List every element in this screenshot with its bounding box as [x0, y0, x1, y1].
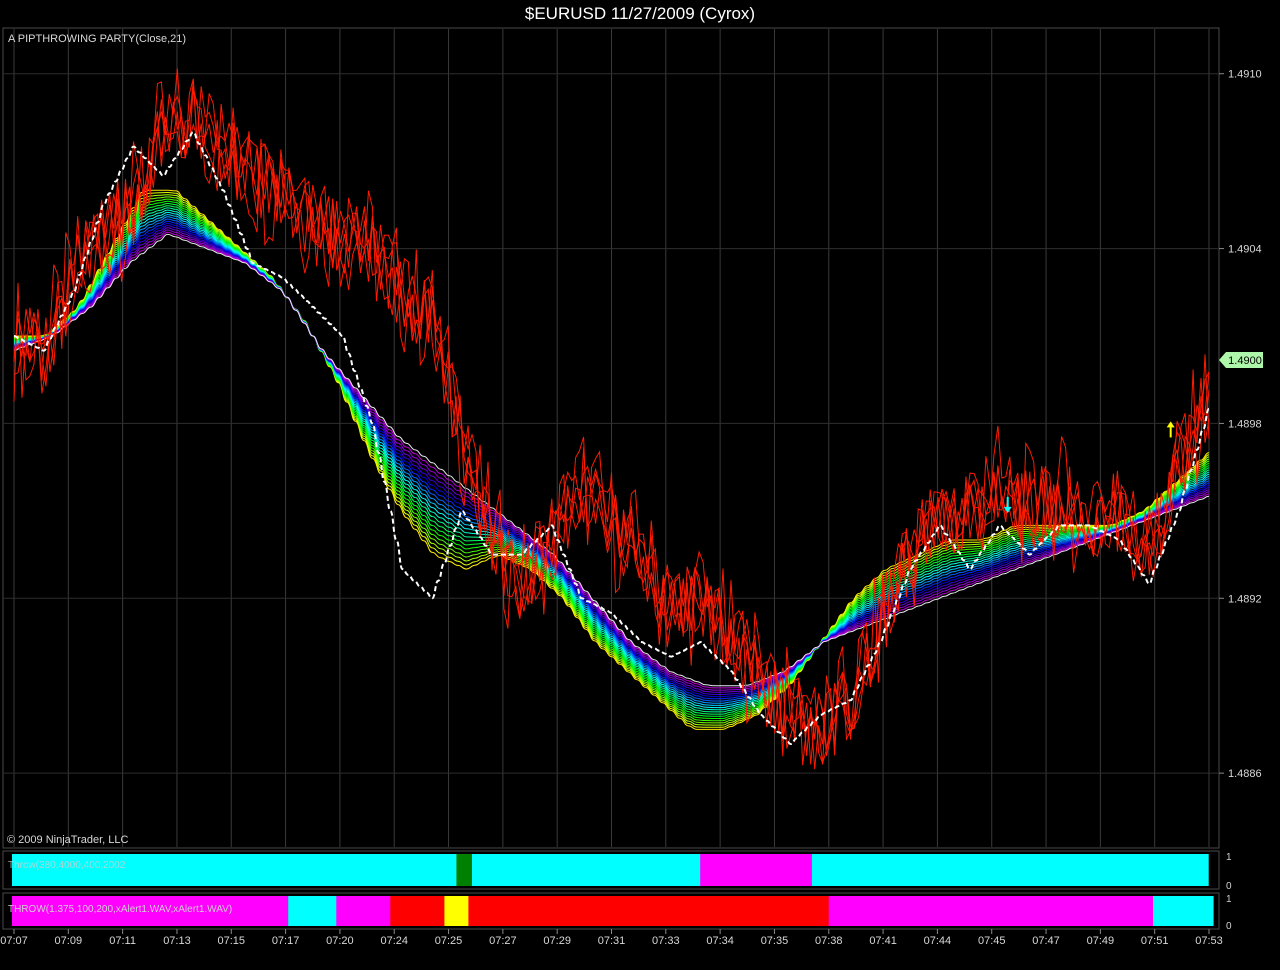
time-tick-label: 07:35 [761, 935, 789, 947]
price-tag-value: 1.4900 [1228, 355, 1262, 367]
panel2-label: Throw(380,4000,400,2002 [8, 860, 126, 871]
time-tick-label: 07:33 [652, 935, 680, 947]
time-tick-label: 07:09 [55, 935, 83, 947]
price-tick-label: 1.4892 [1228, 593, 1262, 605]
state-segment-cyan [472, 854, 701, 886]
time-tick-label: 07:41 [869, 935, 897, 947]
state-segment-yellow [444, 896, 469, 926]
state-segment-cyan [1153, 896, 1214, 926]
price-axis: 1.4910 1.4904 1.4898 1.4892 1.4886 [1219, 69, 1262, 780]
time-tick-label: 07:29 [543, 935, 571, 947]
vertical-grid [13, 29, 1210, 847]
time-tick-label: 07:17 [272, 935, 300, 947]
state-segment-magenta [828, 896, 1154, 926]
panel3-axis-bottom: 0 [1226, 921, 1232, 932]
panel3-axis-top: 1 [1226, 894, 1232, 905]
panel3-label: THROW(1.375,100,200,xAlert1.WAV,xAlert1.… [8, 904, 232, 915]
state-segment-red [468, 896, 830, 926]
time-axis: 07:07 07:09 07:11 07:13 07:15 07:17 07:20 07:24… [0, 929, 1223, 947]
up-arrow [1166, 421, 1175, 428]
time-tick-label: 07:34 [706, 935, 734, 947]
time-tick-label: 07:24 [380, 935, 408, 947]
panel2-axis-bottom: 0 [1226, 881, 1232, 892]
chart-canvas: $EURUSD 11/27/2009 (Cyrox) A PIPTHROWING… [0, 4, 1263, 947]
time-tick-label: 07:49 [1087, 935, 1115, 947]
state-segment-magenta [700, 854, 813, 886]
panel2-axis-top: 1 [1226, 852, 1232, 863]
panel2-state-bar [12, 854, 1209, 886]
state-segment-cyan [288, 896, 337, 926]
time-tick-label: 07:13 [163, 935, 191, 947]
chart-title: $EURUSD 11/27/2009 (Cyrox) [525, 4, 755, 23]
state-segment-cyan [811, 854, 1209, 886]
copyright-label: © 2009 NinjaTrader, LLC [7, 834, 128, 846]
time-tick-label: 07:53 [1195, 935, 1223, 947]
time-tick-label: 07:27 [489, 935, 517, 947]
time-tick-label: 07:15 [218, 935, 246, 947]
price-tick-label: 1.4886 [1228, 768, 1262, 780]
indicator-label: A PIPTHROWING PARTY(Close,21) [8, 33, 186, 45]
price-tick-label: 1.4910 [1228, 69, 1262, 81]
time-tick-label: 07:31 [598, 935, 626, 947]
time-tick-label: 07:45 [978, 935, 1006, 947]
state-segment-magenta [336, 896, 391, 926]
state-segment-green [456, 854, 473, 886]
time-tick-label: 07:44 [924, 935, 952, 947]
time-tick-label: 07:47 [1032, 935, 1060, 947]
price-tick-label: 1.4904 [1228, 244, 1262, 256]
time-tick-label: 07:20 [326, 935, 354, 947]
time-tick-label: 07:25 [435, 935, 463, 947]
time-tick-label: 07:07 [0, 935, 28, 947]
time-tick-label: 07:51 [1141, 935, 1169, 947]
time-tick-label: 07:11 [109, 935, 136, 947]
price-tick-label: 1.4898 [1228, 418, 1262, 430]
state-segment-red [390, 896, 445, 926]
price-tag: 1.4900 [1219, 352, 1263, 368]
time-tick-label: 07:38 [815, 935, 843, 947]
signal-markers [1003, 421, 1175, 513]
